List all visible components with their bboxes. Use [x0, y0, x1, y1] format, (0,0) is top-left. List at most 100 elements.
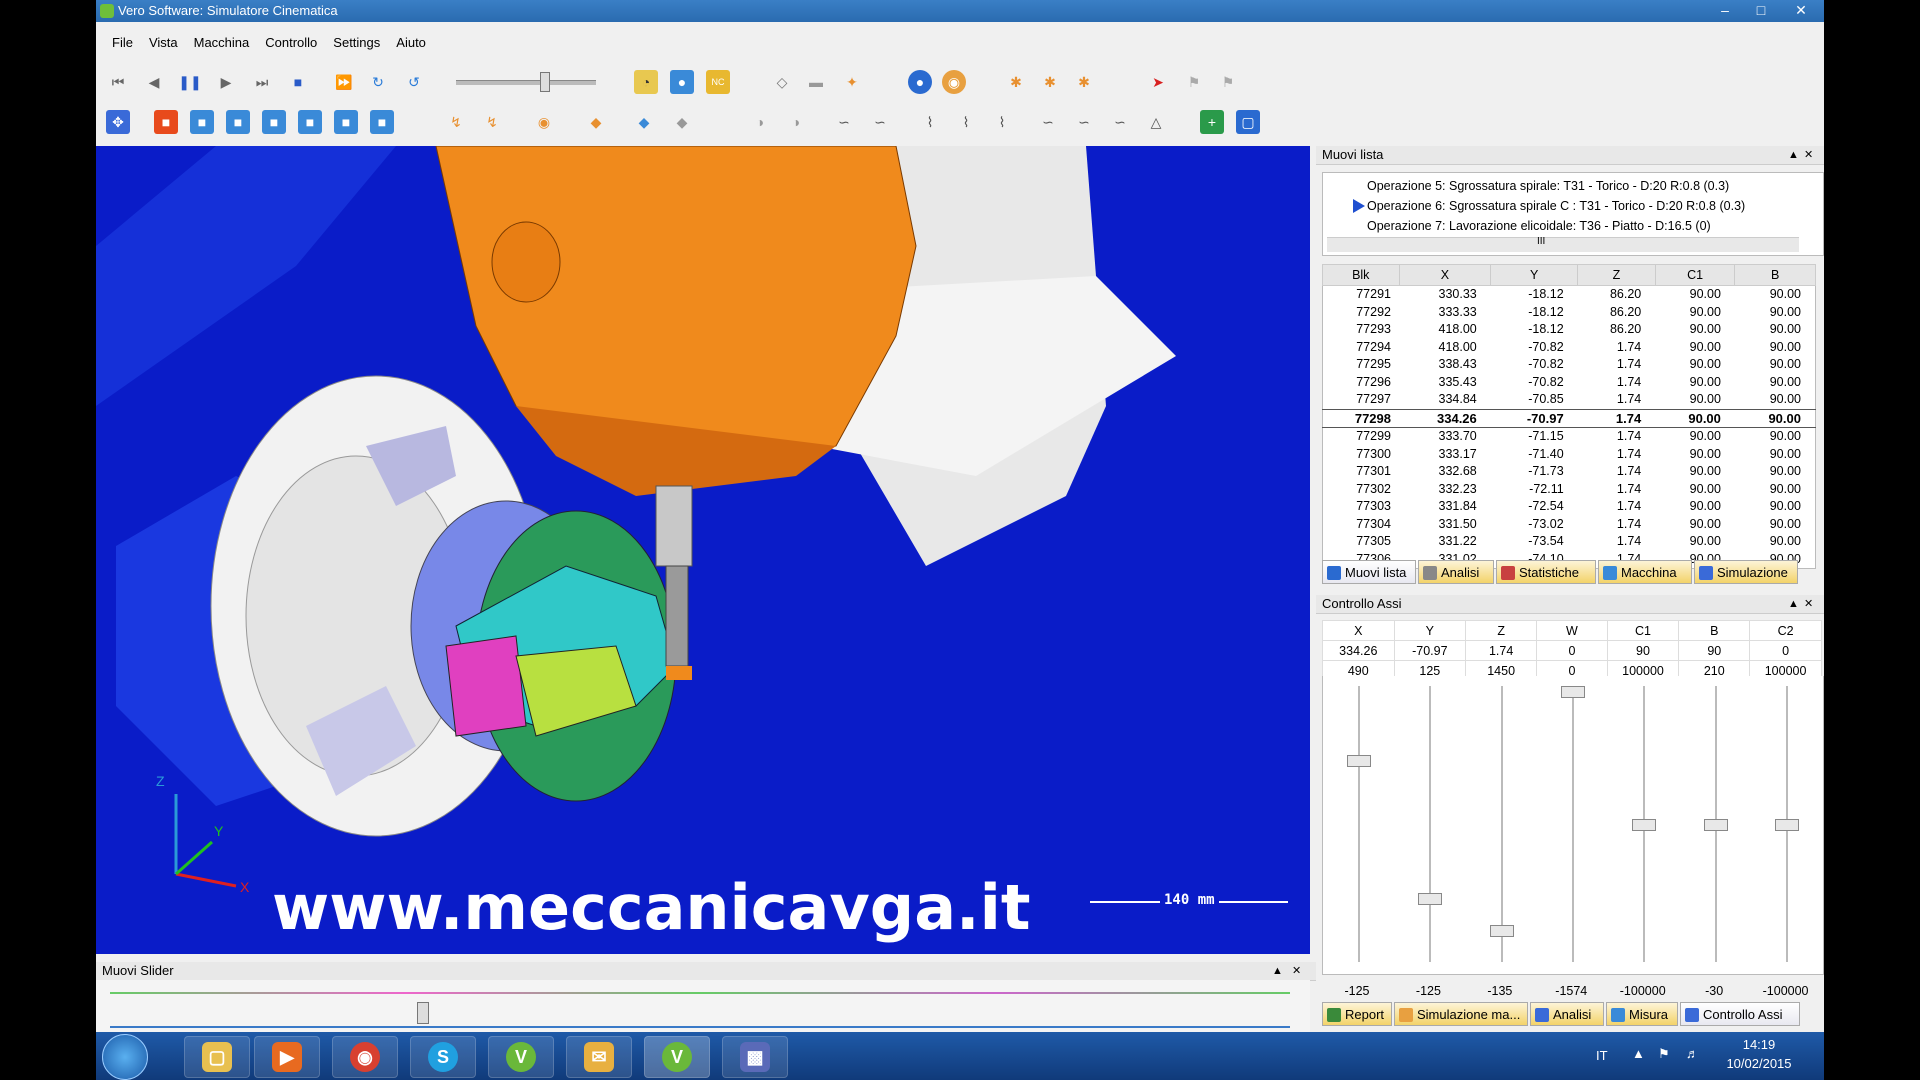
timeline-slider-thumb[interactable]: [416, 1002, 429, 1024]
column-header-y[interactable]: Y: [1490, 264, 1579, 286]
axis-slider-y[interactable]: [1418, 686, 1443, 962]
menu-file[interactable]: File: [104, 32, 141, 54]
axis-slider-w[interactable]: [1561, 686, 1585, 962]
cube-outline-icon[interactable]: ◇: [770, 70, 794, 94]
tab-report[interactable]: Report: [1322, 1002, 1392, 1026]
axis-slider-thumb[interactable]: [1632, 819, 1657, 831]
panel-close-icon[interactable]: ✕: [1804, 595, 1813, 613]
forward-end-icon[interactable]: ⏭: [250, 70, 274, 94]
flag-next-icon[interactable]: ⚑: [1216, 70, 1240, 94]
menu-settings[interactable]: Settings: [325, 32, 388, 54]
measure-angle-icon[interactable]: ∽: [1108, 110, 1132, 134]
zoom-fit-icon[interactable]: ✥: [106, 110, 130, 134]
table-row[interactable]: 77295 338.43 -70.82 1.74 90.00 90.00: [1323, 356, 1816, 374]
panel-close-icon[interactable]: ✕: [1804, 146, 1813, 164]
table-row[interactable]: 77299 333.70 -71.15 1.74 90.00 90.00: [1323, 428, 1816, 446]
tab-macchina[interactable]: Macchina: [1598, 560, 1692, 584]
axis-slider-thumb[interactable]: [1775, 819, 1800, 831]
table-row[interactable]: 77304 331.50 -73.02 1.74 90.00 90.00: [1323, 516, 1816, 534]
table-row[interactable]: 77301 332.68 -71.73 1.74 90.00 90.00: [1323, 463, 1816, 481]
fast-forward-icon[interactable]: ⏩: [332, 70, 356, 94]
view-top-icon[interactable]: ■: [334, 110, 358, 134]
nc-icon[interactable]: NC: [706, 70, 730, 94]
column-header-x[interactable]: X: [1398, 264, 1492, 286]
step-forward-icon[interactable]: ▶: [214, 70, 238, 94]
operation-item[interactable]: Operazione 5: Sgrossatura spirale: T31 -…: [1367, 179, 1729, 193]
trace-icon[interactable]: ∽: [832, 110, 856, 134]
axis-origin-icon[interactable]: ⌇: [990, 110, 1014, 134]
table-row[interactable]: 77300 333.17 -71.40 1.74 90.00 90.00: [1323, 446, 1816, 464]
add-camera-icon[interactable]: +: [1200, 110, 1224, 134]
pin-red-icon[interactable]: ➤: [1146, 70, 1170, 94]
menu-controllo[interactable]: Controllo: [257, 32, 325, 54]
operation-item[interactable]: Operazione 7: Lavorazione elicoidale: T3…: [1367, 219, 1711, 233]
column-header-b[interactable]: B: [1734, 264, 1816, 286]
tab-analisi-assi[interactable]: Analisi: [1530, 1002, 1604, 1026]
column-header-c1[interactable]: C1: [1654, 264, 1736, 286]
shaded-sphere-icon[interactable]: ◉: [942, 70, 966, 94]
axis-slider-thumb[interactable]: [1489, 925, 1514, 938]
collision-check-icon[interactable]: ✱: [1038, 70, 1062, 94]
measure-icon[interactable]: ∽: [1036, 110, 1060, 134]
axis-slider-thumb[interactable]: [1703, 819, 1728, 831]
section-icon[interactable]: ◑: [748, 110, 772, 134]
axis-slider-c1[interactable]: [1632, 686, 1657, 962]
pin-icon[interactable]: ▲: [1272, 962, 1283, 980]
axis-slider-b[interactable]: [1703, 686, 1728, 962]
simulation-viewport[interactable]: Z X Y www.meccanicavga.it 140 mm: [96, 146, 1310, 954]
pause-icon[interactable]: ❚❚: [178, 70, 202, 94]
clock-date[interactable]: 10/02/2015: [1716, 1056, 1802, 1071]
section-plane-icon[interactable]: ◑: [784, 110, 808, 134]
fixture-icon[interactable]: ◆: [584, 110, 608, 134]
collision-icon[interactable]: ✱: [1004, 70, 1028, 94]
maximize-button[interactable]: □: [1746, 0, 1776, 20]
operation-item-current[interactable]: Operazione 6: Sgrossatura spirale C : T3…: [1367, 199, 1745, 213]
action-center-flag-icon[interactable]: ⚑: [1658, 1046, 1670, 1062]
tab-controllo-assi[interactable]: Controllo Assi: [1680, 1002, 1800, 1026]
taskbar-explorer[interactable]: ▢: [184, 1036, 250, 1078]
axis-slider-c2[interactable]: [1775, 686, 1800, 962]
table-row-current[interactable]: 77298 334.26 -70.97 1.74 90.00 90.00: [1322, 408, 1816, 428]
tab-simulazione-macchina[interactable]: Simulazione ma...: [1394, 1002, 1528, 1026]
menu-vista[interactable]: Vista: [141, 32, 186, 54]
tab-misura[interactable]: Misura: [1606, 1002, 1678, 1026]
repeat-icon[interactable]: ↻: [366, 70, 390, 94]
table-row[interactable]: 77291 330.33 -18.12 86.20 90.00 90.00: [1323, 286, 1816, 304]
stock-icon[interactable]: ◉: [532, 110, 556, 134]
tab-simulazione[interactable]: Simulazione: [1694, 560, 1798, 584]
trace-clear-icon[interactable]: ∽: [868, 110, 892, 134]
axis-slider-thumb[interactable]: [1418, 893, 1443, 906]
tab-statistiche[interactable]: Statistiche: [1496, 560, 1596, 584]
tab-muovi-lista[interactable]: Muovi lista: [1322, 560, 1416, 584]
step-back-icon[interactable]: ◀: [142, 70, 166, 94]
language-indicator[interactable]: IT: [1596, 1048, 1608, 1063]
axis-slider-x[interactable]: [1346, 686, 1371, 962]
axis-limit-icon[interactable]: ⌇: [954, 110, 978, 134]
machine-parts-icon[interactable]: ◆: [670, 110, 694, 134]
axis-slider-z[interactable]: [1489, 686, 1514, 962]
view-right-icon[interactable]: ■: [298, 110, 322, 134]
view-back-icon[interactable]: ■: [226, 110, 250, 134]
taskbar-media-player[interactable]: ▶: [254, 1036, 320, 1078]
tool-path-icon[interactable]: ↯: [444, 110, 468, 134]
sphere-icon[interactable]: ●: [908, 70, 932, 94]
taskbar-skype[interactable]: S: [410, 1036, 476, 1078]
table-row[interactable]: 77292 333.33 -18.12 86.20 90.00 90.00: [1323, 304, 1816, 322]
table-row[interactable]: 77294 418.00 -70.82 1.74 90.00 90.00: [1323, 339, 1816, 357]
collision-settings-icon[interactable]: ✱: [1072, 70, 1096, 94]
column-header-blk[interactable]: Blk: [1322, 264, 1400, 286]
menu-macchina[interactable]: Macchina: [186, 32, 258, 54]
tray-expand-icon[interactable]: ▲: [1632, 1046, 1645, 1061]
timer-icon[interactable]: ◔: [634, 70, 658, 94]
tool-icon[interactable]: ↯: [480, 110, 504, 134]
view-iso-icon[interactable]: ■: [154, 110, 178, 134]
table-row[interactable]: 77302 332.23 -72.11 1.74 90.00 90.00: [1323, 481, 1816, 499]
view-front-icon[interactable]: ■: [190, 110, 214, 134]
speed-slider[interactable]: [456, 72, 596, 92]
taskbar-chrome[interactable]: ◉: [332, 1036, 398, 1078]
taskbar-vero-app[interactable]: V: [488, 1036, 554, 1078]
magic-wand-icon[interactable]: ✦: [840, 70, 864, 94]
table-row[interactable]: 77297 334.84 -70.85 1.74 90.00 90.00: [1323, 391, 1816, 409]
pin-icon[interactable]: ▲: [1788, 146, 1799, 164]
start-button-icon[interactable]: [102, 1034, 148, 1080]
